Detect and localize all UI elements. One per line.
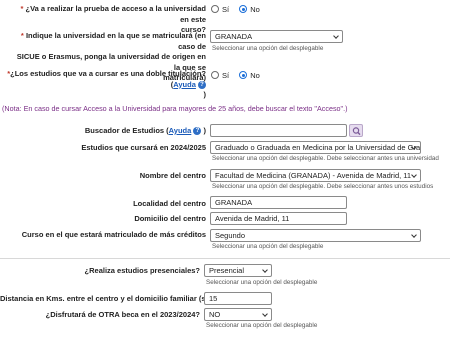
prueba-acceso-option-si-label: Sí <box>222 5 230 14</box>
required-mark: * <box>20 31 24 40</box>
centro-select[interactable]: Facultad de Medicina (GRANADA) - Avenida… <box>210 169 421 182</box>
domicilio-label: Domicilio del centro <box>134 214 206 223</box>
doble-titulacion-label: *¿Los estudios que va a cursar es una do… <box>2 69 206 101</box>
doble-titulacion-option-si-label: Sí <box>222 71 230 80</box>
presenciales-label: ¿Realiza estudios presenciales? <box>84 266 200 275</box>
estudios-select-value: Graduado o Graduada en Medicina por la U… <box>215 143 421 152</box>
localidad-input[interactable]: GRANADA <box>210 196 347 209</box>
presenciales-select[interactable]: Presencial <box>204 264 272 277</box>
search-icon <box>352 127 361 136</box>
curso-select-value: Segundo <box>215 231 246 240</box>
universidad-select-value: GRANADA <box>215 32 253 41</box>
doble-titulacion-option-no-label: No <box>250 71 260 80</box>
buscador-label: Buscador de Estudios (Ayuda ? ) <box>60 126 206 137</box>
distancia-input[interactable]: 15 <box>204 292 272 305</box>
presenciales-select-value: Presencial <box>209 266 245 275</box>
section-divider <box>0 258 450 259</box>
doble-titulacion-help-link[interactable]: Ayuda <box>173 80 196 89</box>
curso-hint: Seleccionar una opción del desplegable <box>212 243 324 250</box>
doble-titulacion-close-paren: ) <box>203 90 207 99</box>
buscador-search-button[interactable] <box>349 124 363 137</box>
otra-beca-select-value: NO <box>209 310 221 319</box>
localidad-label: Localidad del centro <box>133 199 206 208</box>
distancia-label: Distancia en Kms. entre el centro y el d… <box>0 294 233 303</box>
buscador-help-link[interactable]: Ayuda <box>169 126 192 135</box>
otra-beca-select[interactable]: NO <box>204 308 272 321</box>
centro-select-value: Facultad de Medicina (GRANADA) - Avenida… <box>215 171 412 180</box>
prueba-acceso-radio-group: Sí No <box>211 5 268 14</box>
curso-select[interactable]: Segundo <box>210 229 421 242</box>
buscador-label-text: Buscador de Estudios ( <box>84 126 169 135</box>
help-icon[interactable]: ? <box>198 80 206 89</box>
prueba-acceso-radio-no[interactable] <box>239 5 248 13</box>
acceso-note: (Nota: En caso de cursar Acceso a la Uni… <box>2 104 348 113</box>
universidad-hint: Seleccionar una opción del desplegable <box>212 45 324 52</box>
curso-label: Curso en el que estará matriculado de má… <box>21 230 206 239</box>
prueba-acceso-radio-si[interactable] <box>211 5 219 13</box>
required-mark: * <box>20 4 24 13</box>
otra-beca-hint: Seleccionar una opción del desplegable <box>206 322 318 329</box>
universidad-label-line1: Indique la universidad en la que se matr… <box>25 31 206 51</box>
domicilio-input[interactable]: Avenida de Madrid, 11 <box>210 212 347 225</box>
centro-label: Nombre del centro <box>139 171 206 180</box>
otra-beca-label: ¿Disfrutará de OTRA beca en el 2023/2024… <box>45 310 200 319</box>
presenciales-hint: Seleccionar una opción del desplegable <box>206 279 318 286</box>
centro-hint: Seleccionar una opción del desplegable. … <box>212 183 434 190</box>
prueba-acceso-label-line1: ¿Va a realizar la prueba de acceso a la … <box>25 4 206 24</box>
doble-titulacion-radio-group: Sí No <box>211 71 268 80</box>
estudios-hint: Seleccionar una opción del desplegable. … <box>212 155 439 162</box>
universidad-select[interactable]: GRANADA <box>210 30 343 43</box>
prueba-acceso-option-no-label: No <box>250 5 260 14</box>
doble-titulacion-radio-no[interactable] <box>239 71 248 79</box>
help-icon[interactable]: ? <box>193 127 202 135</box>
estudios-label: Estudios que cursará en 2024/2025 <box>81 143 206 152</box>
buscador-close-paren: ) <box>203 126 207 135</box>
estudios-select[interactable]: Graduado o Graduada en Medicina por la U… <box>210 141 421 154</box>
buscador-input[interactable] <box>210 124 347 137</box>
doble-titulacion-radio-si[interactable] <box>211 71 219 79</box>
